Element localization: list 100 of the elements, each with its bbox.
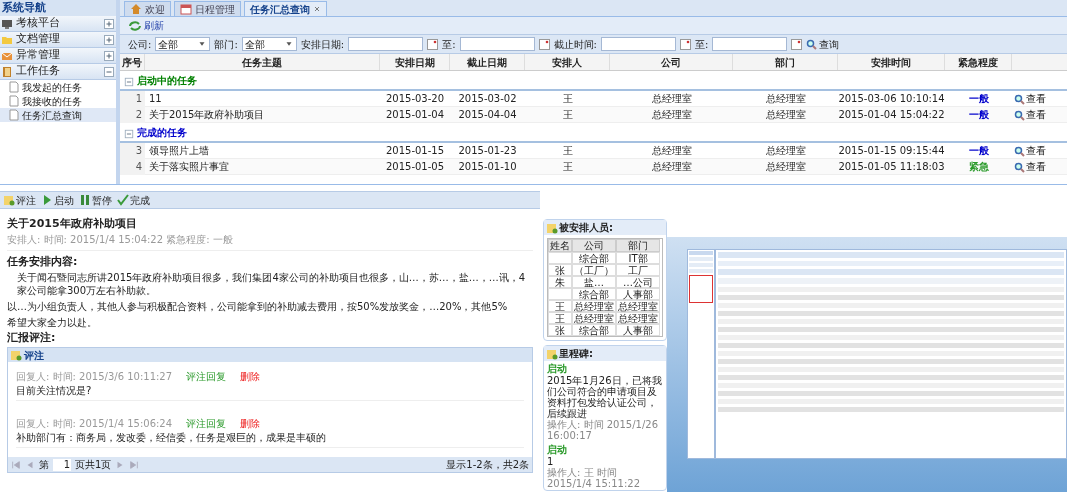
view-link[interactable]: 查看: [1012, 91, 1067, 107]
date-field[interactable]: [712, 37, 788, 51]
comment-text: 补助部门有：商务局，发改委，经信委，任务是艰巨的，成果是丰硕的: [16, 432, 327, 445]
date-field[interactable]: [459, 37, 535, 51]
table-cell: 王: [548, 300, 572, 312]
pause-icon: [79, 194, 91, 206]
pager-summary: 显示1-2条，共2条: [446, 458, 529, 472]
sidebar-section[interactable]: 工作任务: [0, 64, 116, 80]
table-cell: …公司: [616, 276, 660, 288]
view-link[interactable]: 查看: [1012, 143, 1067, 159]
group-title[interactable]: 完成的任务: [137, 127, 187, 139]
note-icon: [546, 221, 558, 234]
row-number: 3: [120, 143, 145, 159]
page-field[interactable]: 1: [53, 458, 71, 471]
tab[interactable]: 任务汇总查询: [244, 1, 327, 16]
table-cell: 工厂: [616, 264, 660, 276]
date-field[interactable]: [348, 37, 424, 51]
comment-meta: 回复人: 时间: 2015/3/6 10:11:27: [16, 370, 173, 383]
expand-icon[interactable]: [103, 49, 115, 62]
expand-icon[interactable]: [103, 17, 115, 30]
tab[interactable]: 欢迎: [124, 1, 171, 16]
column-header: 公司: [610, 54, 733, 70]
table-cell: 盐…: [572, 276, 616, 288]
table-cell-text: 总经理室: [764, 108, 807, 122]
first-page-icon[interactable]: [11, 459, 21, 470]
calendar-icon[interactable]: [679, 38, 691, 50]
sidebar-item[interactable]: 我发起的任务: [0, 80, 116, 94]
delete-link[interactable]: 删除: [240, 418, 261, 431]
table-cell: 张: [548, 264, 572, 276]
sidebar-item[interactable]: 我接收的任务: [0, 94, 116, 108]
dropdown[interactable]: 全部: [155, 37, 211, 51]
panel-title: 被安排人员:: [559, 221, 613, 235]
query-button[interactable]: 查询: [806, 36, 840, 52]
tab[interactable]: 日程管理: [174, 1, 241, 16]
collapse-icon[interactable]: [103, 65, 115, 78]
table-cell: 朱: [548, 276, 572, 288]
collapse-icon[interactable]: [124, 129, 134, 139]
milestone-text: 2015年1月26日，已将我们公司符合的申请项目及资料打包发给认证公司，后续跟进: [547, 375, 663, 419]
last-page-icon[interactable]: [129, 459, 140, 470]
pager-label: 第: [39, 458, 49, 472]
view-link[interactable]: 查看: [1012, 107, 1067, 123]
sidebar-section[interactable]: 文档管理: [0, 32, 116, 48]
urgency-label: 一般: [968, 145, 989, 156]
status-label: 启动: [547, 444, 568, 456]
sidebar-section[interactable]: 异常管理: [0, 48, 116, 64]
table-cell: [548, 252, 572, 264]
paragraph: 希望大家全力以赴。: [7, 316, 98, 329]
calendar-icon: [180, 3, 192, 15]
calendar-icon[interactable]: [538, 38, 550, 50]
search-icon: [1014, 161, 1025, 173]
reply-link[interactable]: 评注回复: [186, 418, 227, 431]
monitor-icon: [1, 17, 13, 30]
status-label: 启动: [547, 363, 568, 375]
date-field[interactable]: [600, 37, 676, 51]
action-button[interactable]: 完成: [117, 192, 150, 208]
expand-icon[interactable]: [103, 33, 115, 46]
paragraph: 以…为小组负责人，其他人参与积极配合资料，公司能拿到的补助减去费用，按50%发放奖金，…20%，其他5%: [7, 300, 509, 313]
play-icon: [41, 194, 53, 206]
sidebar-section[interactable]: 考核平台: [0, 16, 116, 32]
column-header: 安排日期: [380, 54, 450, 70]
view-link[interactable]: 查看: [1012, 159, 1067, 175]
column-header: 紧急程度: [945, 54, 1012, 70]
filter-label: 部门:: [214, 37, 238, 52]
sidebar-item[interactable]: 任务汇总查询: [0, 108, 116, 122]
refresh-button[interactable]: 刷新: [128, 18, 164, 33]
action-button[interactable]: 评注: [3, 192, 36, 208]
group-title[interactable]: 启动中的任务: [137, 75, 197, 87]
table-cell-text: 2015-03-20: [384, 92, 446, 106]
table-cell-text: 2015-01-15 09:15:44: [838, 144, 945, 158]
delete-link[interactable]: 删除: [240, 370, 261, 383]
action-button[interactable]: 启动: [41, 192, 74, 208]
row-number: 4: [120, 159, 145, 175]
dropdown[interactable]: 全部: [241, 37, 297, 51]
milestone-meta: 操作人: 王 时间 2015/1/4 15:11:22: [547, 467, 641, 489]
table-cell-text: 总经理室: [650, 92, 693, 106]
note-icon: [3, 194, 15, 206]
search-icon: [806, 38, 818, 50]
action-button[interactable]: 暂停: [79, 192, 112, 208]
row-number: 1: [120, 91, 145, 107]
urgency-label: 紧急: [968, 161, 989, 172]
document-icon: [8, 109, 20, 121]
table-cell-text: 王: [561, 160, 574, 174]
column-header: 安排时间: [838, 54, 945, 70]
reply-link[interactable]: 评注回复: [186, 370, 227, 383]
panel-title: 里程碑:: [559, 347, 593, 361]
close-icon[interactable]: [313, 5, 321, 13]
table-cell-text: 2015-01-05: [384, 160, 446, 174]
column-header: 序号: [120, 54, 145, 70]
collapse-icon[interactable]: [124, 77, 134, 87]
table-cell: IT部: [616, 252, 660, 264]
table-cell-text: 总经理室: [650, 160, 693, 174]
table-cell: 综合部: [572, 288, 616, 300]
previous-page-icon[interactable]: [25, 459, 35, 470]
calendar-icon[interactable]: [427, 38, 439, 50]
note-icon: [10, 349, 22, 361]
panel-title: 评注: [24, 348, 44, 363]
table-cell: 人事部: [616, 324, 660, 336]
calendar-icon[interactable]: [791, 38, 803, 50]
urgency-label: 一般: [968, 93, 989, 104]
column-header: 公司: [572, 239, 616, 252]
